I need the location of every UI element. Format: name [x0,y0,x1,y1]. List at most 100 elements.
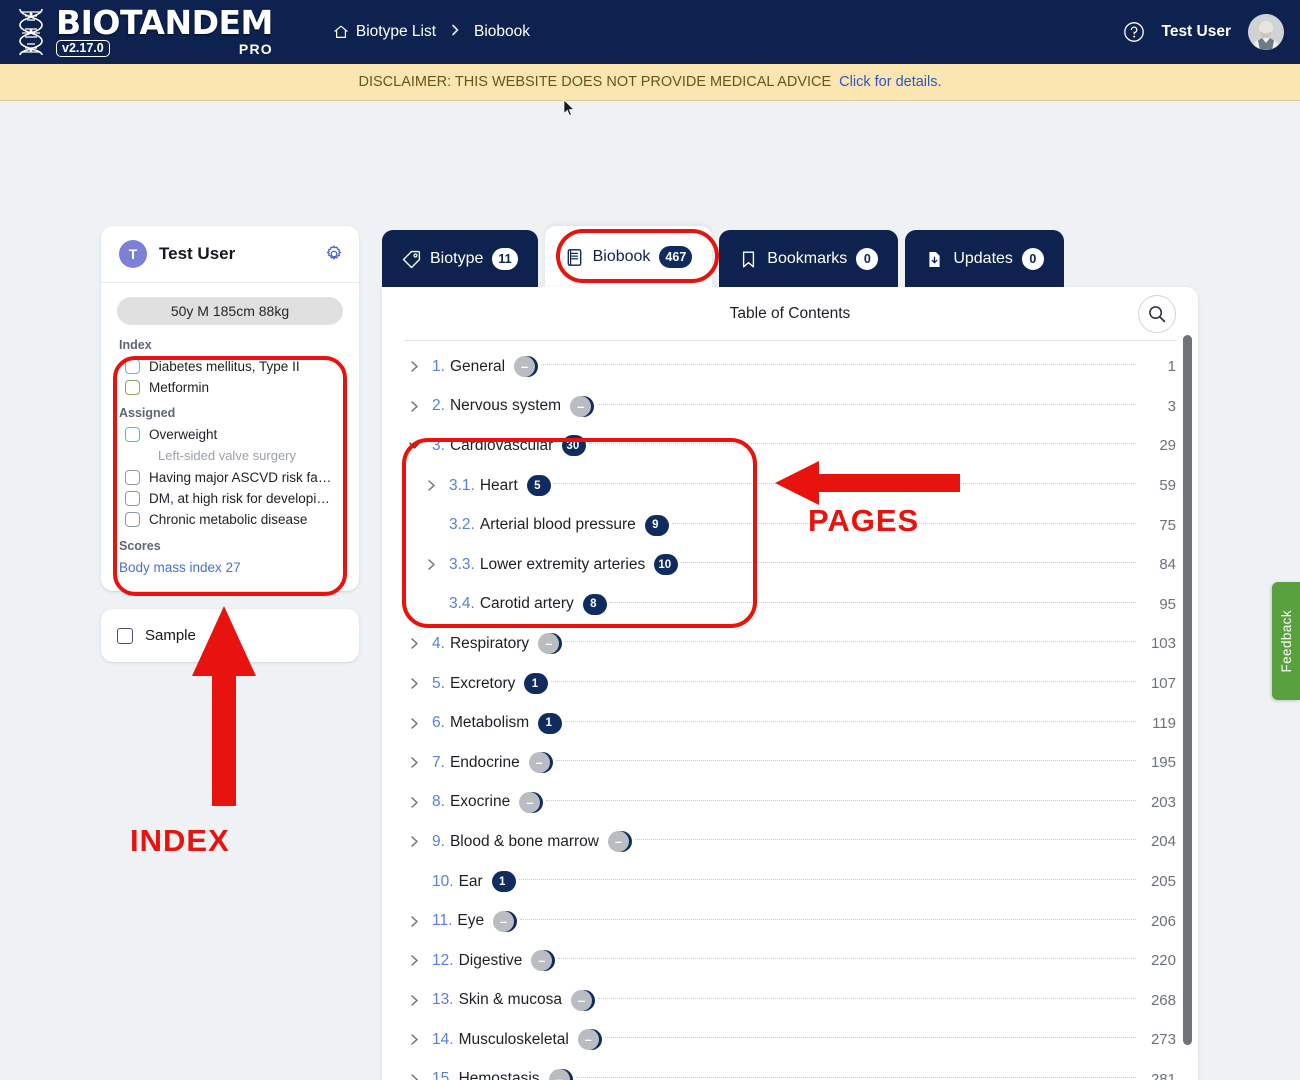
chevron-down-icon[interactable] [404,439,424,452]
toc-row[interactable]: 3. Cardiovascular 30 29 [404,426,1176,466]
assigned-item-ascvd[interactable]: Having major ASCVD risk factor(s) [117,470,343,485]
index-item-diabetes[interactable]: Diabetes mellitus, Type II [117,359,343,374]
toc-row[interactable]: 11. Eye – 206 [404,901,1176,941]
app-logo[interactable]: BIOTANDEM v2.17.0 PRO [0,6,273,57]
checkbox[interactable] [125,491,140,506]
chevron-right-icon[interactable] [404,954,424,967]
help-circle-icon[interactable] [1123,21,1145,43]
chevron-right-icon[interactable] [404,1033,424,1046]
search-button[interactable] [1138,295,1176,333]
chevron-right-icon[interactable] [421,479,441,492]
toc-row-page: 75 [1159,516,1176,534]
chevron-right-icon [452,24,459,36]
gear-icon[interactable] [325,245,343,263]
toc-row-page: 206 [1150,912,1176,930]
count-badge-value: – [570,395,592,417]
toc-row[interactable]: 10. Ear 1 205 [404,862,1176,902]
toc-row[interactable]: 14. Musculoskeletal – 273 [404,1020,1176,1060]
index-item-metformin[interactable]: Metformin [117,380,343,395]
chevron-right-icon[interactable] [404,1073,424,1080]
sample-checkbox[interactable] [117,627,133,644]
toc-row-page: 119 [1152,714,1176,732]
toc-row-title: Eye [457,912,485,930]
toc-row-title: Heart [479,476,518,494]
toc-row[interactable]: 13. Skin & mucosa – 268 [404,981,1176,1021]
toc-row-count-badge: – [608,831,632,853]
tab-updates[interactable]: Updates 0 [905,230,1064,288]
toc-row-page: 205 [1150,873,1176,891]
chevron-right-icon[interactable] [404,796,424,809]
toc-row-page: 95 [1159,595,1176,613]
toc-row[interactable]: 4. Respiratory – 103 [404,624,1176,664]
toc-row[interactable]: 12. Digestive – 220 [404,941,1176,981]
toc-row-count-badge: – [538,633,563,655]
chevron-right-icon[interactable] [404,717,424,730]
disclaimer-details-link[interactable]: Click for details. [839,74,941,90]
checkbox[interactable] [125,470,140,485]
assigned-item-label: DM, at high risk for developing hy… [149,491,333,506]
assigned-item-dm-hy[interactable]: DM, at high risk for developing hy… [117,491,343,506]
checkbox[interactable] [125,380,140,395]
toc-row[interactable]: 2. Nervous system – 3 [404,387,1176,427]
count-badge-value: 1 [538,712,560,734]
breadcrumb-item-biotype-list[interactable]: Biotype List [333,23,436,41]
sample-card[interactable]: Sample [101,609,359,662]
toc-row-count-badge: – [577,1029,602,1051]
chevron-right-icon[interactable] [404,677,424,690]
feedback-button[interactable]: Feedback [1272,582,1300,700]
toc-row-title: Hemostasis [458,1070,540,1080]
chevron-right-icon[interactable] [421,558,441,571]
toc-row[interactable]: 3.4. Carotid artery 8 95 [404,585,1176,625]
toc-row-page: 3 [1167,397,1176,415]
toc-row[interactable]: 3.3. Lower extremity arteries 10 84 [404,545,1176,585]
chevron-right-icon[interactable] [404,360,424,373]
avatar[interactable] [1248,14,1284,50]
toc-row[interactable]: 6. Metabolism 1 119 [404,703,1176,743]
leader-dots [575,1076,1136,1078]
chevron-right-icon[interactable] [404,994,424,1007]
toc-row[interactable]: 1. General – 1 [404,347,1176,387]
breadcrumb-item-biobook[interactable]: Biobook [474,23,530,41]
toc-row[interactable]: 15. Hemostasis – 281 [404,1060,1176,1080]
tab-label: Biotype [430,250,484,267]
chevron-right-icon[interactable] [404,400,424,413]
toc-row-count-badge: – [570,395,595,417]
score-item-bmi[interactable]: Body mass index 27 [119,560,343,575]
toc-row[interactable]: 9. Blood & bone marrow – 204 [404,822,1176,862]
update-icon [929,251,940,267]
breadcrumb: Biotype List Biobook [333,22,530,42]
index-item-label: Metformin [149,380,210,395]
toc-row-title: Arterial blood pressure [479,516,636,534]
toc-row-number: 8. [432,793,445,811]
assigned-item-overweight[interactable]: Overweight [117,427,343,442]
tab-badge: 11 [492,248,518,270]
toc-row-title: Digestive [458,951,523,969]
toc-row-title: Metabolism [449,714,530,732]
toc-row-title: Nervous system [449,397,562,415]
chevron-right-icon[interactable] [404,756,424,769]
toc-row-title: Skin & mucosa [458,991,562,1009]
assigned-item-chronic-metabolic[interactable]: Chronic metabolic disease [117,512,343,527]
toc-row-count-badge: 1 [538,712,563,734]
checkbox[interactable] [125,359,140,374]
toc-row-page: 220 [1150,952,1176,970]
disclaimer-banner: DISCLAIMER: THIS WEBSITE DOES NOT PROVID… [0,64,1300,101]
tab-bookmarks[interactable]: Bookmarks 0 [719,230,899,288]
toc-row[interactable]: 5. Excretory 1 107 [404,664,1176,704]
toc-row[interactable]: 8. Exocrine – 203 [404,783,1176,823]
toc-row[interactable]: 7. Endocrine – 195 [404,743,1176,783]
toc-scrollbar[interactable] [1183,335,1192,1045]
checkbox[interactable] [125,427,140,442]
chevron-right-icon[interactable] [404,637,424,650]
toc-row[interactable]: 3.2. Arterial blood pressure 9 75 [404,505,1176,545]
tab-biotype[interactable]: Biotype 11 [382,230,538,288]
toc-row-count-badge: 1 [491,871,516,893]
chevron-right-icon[interactable] [404,835,424,848]
toc-row[interactable]: 3.1. Heart 5 59 [404,466,1176,506]
chevron-right-icon[interactable] [404,915,424,928]
toc-row-title: Excretory [449,674,516,692]
tab-biobook[interactable]: Biobook 467 [544,226,713,288]
count-badge-value: – [519,791,541,813]
checkbox[interactable] [125,512,140,527]
demographics-chip: 50y M 185cm 88kg [117,297,343,325]
